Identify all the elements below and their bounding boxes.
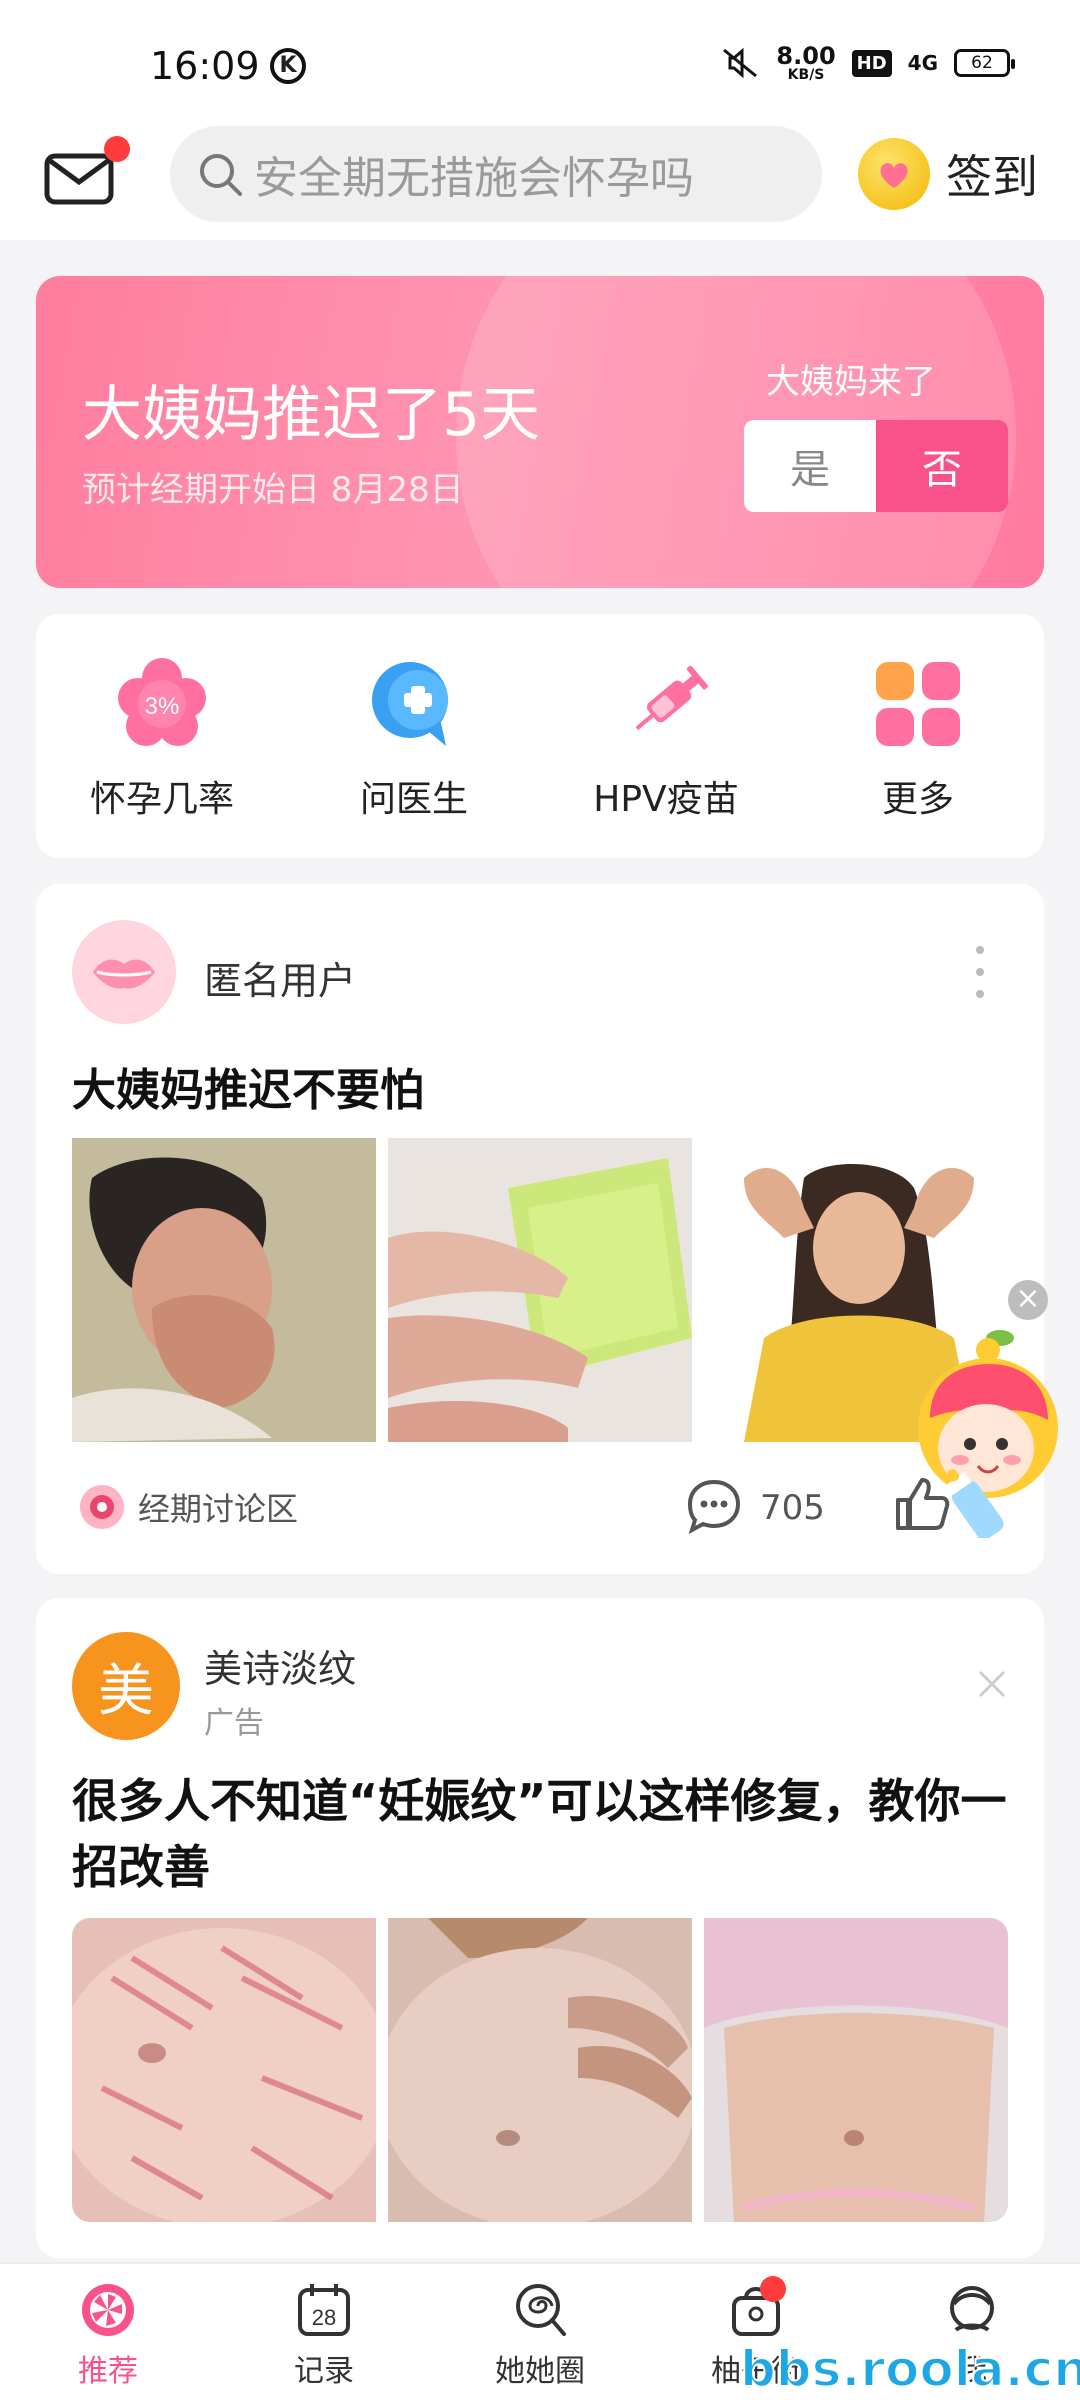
mail-unread-dot bbox=[104, 136, 130, 162]
close-icon[interactable] bbox=[976, 1668, 1008, 1700]
period-expected-date: 预计经期开始日 8月28日 bbox=[82, 470, 464, 510]
status-time: 16:09 bbox=[150, 44, 260, 88]
post-title[interactable]: 大姨妈推迟不要怕 bbox=[72, 1054, 424, 1118]
post-username[interactable]: 匿名用户 bbox=[204, 950, 356, 1005]
checkin-button[interactable]: 签到 bbox=[858, 138, 1038, 210]
flower-icon: 3% bbox=[118, 658, 206, 746]
tab-label: 推荐 bbox=[78, 2354, 138, 2389]
ad-advertiser-name[interactable]: 美诗淡纹 bbox=[204, 1638, 356, 1693]
post-card[interactable]: 匿名用户 大姨妈推迟不要怕 经期讨论区 705 bbox=[36, 884, 1044, 1574]
comment-icon[interactable] bbox=[686, 1478, 742, 1534]
hd-icon: HD bbox=[851, 49, 892, 77]
mute-icon bbox=[723, 47, 758, 79]
grid-more-icon bbox=[876, 662, 960, 746]
tab-community[interactable]: 她她圈 bbox=[432, 2264, 648, 2400]
tab-label: 记录 bbox=[294, 2354, 354, 2389]
status-indicators: 8.00 KB/S HD 4G 62 bbox=[720, 44, 1015, 82]
avatar[interactable] bbox=[72, 920, 176, 1024]
lips-icon bbox=[93, 959, 155, 989]
battery-icon: 62 bbox=[954, 49, 1015, 77]
tab-label: 她她圈 bbox=[495, 2354, 585, 2389]
period-arrived-toggle: 是 否 bbox=[744, 420, 1008, 512]
shortcut-label: 问医生 bbox=[359, 779, 468, 820]
period-delay-title: 大姨妈推迟了5天 bbox=[82, 380, 541, 450]
top-header: 安全期无措施会怀孕吗 签到 bbox=[0, 110, 1080, 240]
search-icon bbox=[200, 154, 242, 196]
shortcut-ask-doctor[interactable]: 问医生 bbox=[288, 614, 540, 858]
doctor-chat-icon bbox=[372, 662, 448, 746]
site-watermark: bbs.roola.cn bbox=[739, 2339, 1080, 2399]
net-speed-unit: KB/S bbox=[787, 67, 825, 83]
post-image-crying-woman[interactable] bbox=[72, 1138, 376, 1442]
tab-record[interactable]: 28 记录 bbox=[216, 2264, 432, 2400]
mascot-baby-bottle-icon[interactable] bbox=[900, 1328, 1060, 1538]
shop-unread-dot bbox=[760, 2276, 786, 2302]
period-arrived-question: 大姨妈来了 bbox=[766, 362, 936, 402]
post-image-pad-in-hand[interactable] bbox=[388, 1138, 692, 1442]
post-image-row bbox=[72, 1138, 1008, 1442]
shortcut-grid: 3% 怀孕几率 问医生 HPV疫苗 更多 bbox=[36, 614, 1044, 858]
ad-image-belly-skin[interactable] bbox=[388, 1918, 692, 2222]
calendar-icon: 28 bbox=[298, 2284, 350, 2336]
search-input[interactable]: 安全期无措施会怀孕吗 bbox=[170, 126, 822, 222]
calendar-icon-text: 28 bbox=[312, 2305, 336, 2330]
ad-label: 广告 bbox=[204, 1706, 264, 1741]
coin-icon bbox=[858, 138, 930, 210]
yes-button[interactable]: 是 bbox=[744, 420, 876, 512]
net-speed: 8.00 KB/S bbox=[776, 44, 835, 82]
shortcut-hpv-vaccine[interactable]: HPV疫苗 bbox=[540, 614, 792, 858]
ad-card[interactable]: 美 美诗淡纹 广告 很多人不知道“妊娠纹”可以这样修复，教你一招改善 bbox=[36, 1598, 1044, 2258]
search-placeholder: 安全期无措施会怀孕吗 bbox=[254, 153, 694, 204]
lollipop-icon bbox=[516, 2284, 566, 2336]
profile-girl-icon bbox=[950, 2286, 994, 2332]
more-vertical-icon[interactable] bbox=[974, 942, 986, 1002]
flower-icon-text: 3% bbox=[145, 693, 180, 720]
topic-icon bbox=[80, 1485, 124, 1529]
grapefruit-icon bbox=[82, 2284, 134, 2336]
no-button[interactable]: 否 bbox=[876, 420, 1008, 512]
ad-image-row bbox=[72, 1918, 1008, 2222]
mascot-close-icon[interactable]: × bbox=[1008, 1280, 1048, 1320]
shortcut-more[interactable]: 更多 bbox=[792, 614, 1044, 858]
shortcut-label: 更多 bbox=[881, 779, 954, 820]
topic-label: 经期讨论区 bbox=[138, 1490, 299, 1528]
mail-icon[interactable] bbox=[44, 150, 114, 208]
ad-image-stretch-marks-belly[interactable] bbox=[72, 1918, 376, 2222]
ad-image-lifted-shirt[interactable] bbox=[704, 1918, 1008, 2222]
avatar[interactable]: 美 bbox=[72, 1632, 180, 1740]
net-speed-value: 8.00 bbox=[776, 42, 836, 70]
shortcut-label: HPV疫苗 bbox=[593, 779, 739, 820]
period-status-card: 大姨妈推迟了5天 预计经期开始日 8月28日 大姨妈来了 是 否 bbox=[36, 276, 1044, 588]
shortcut-label: 怀孕几率 bbox=[89, 779, 234, 820]
comment-count: 705 bbox=[760, 1488, 825, 1528]
k-badge-icon: K bbox=[270, 48, 306, 84]
signal-4g: 4G bbox=[907, 51, 938, 75]
shortcut-pregnancy-chance[interactable]: 3% 怀孕几率 bbox=[36, 614, 288, 858]
tab-recommend[interactable]: 推荐 bbox=[0, 2264, 216, 2400]
syringe-icon bbox=[635, 665, 708, 730]
ad-title[interactable]: 很多人不知道“妊娠纹”可以这样修复，教你一招改善 bbox=[72, 1768, 1012, 1900]
checkin-label: 签到 bbox=[946, 150, 1038, 204]
post-topic-tag[interactable]: 经期讨论区 bbox=[80, 1484, 298, 1530]
